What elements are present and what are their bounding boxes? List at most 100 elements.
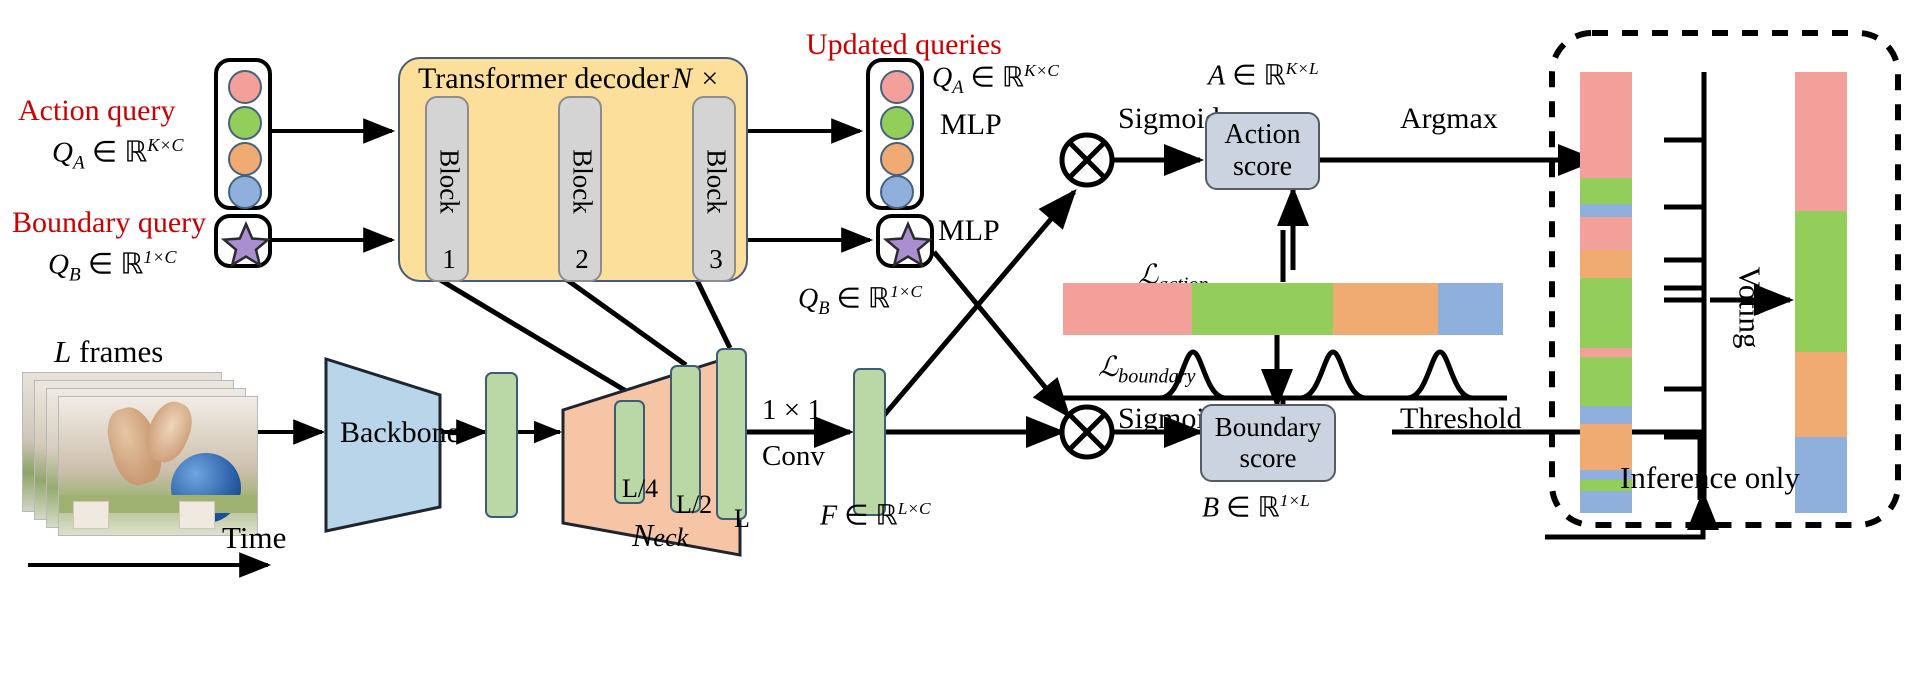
boundary-out-dims: 1×L <box>1279 491 1310 510</box>
segment-blue <box>1437 283 1503 335</box>
decoder-block-3[interactable]: Block 3 <box>692 96 736 282</box>
inference-only-label: Inference only <box>1620 460 1800 495</box>
feature-math: F ∈ ℝL×C <box>820 500 931 530</box>
updated-qb-dims: 1×C <box>890 282 923 301</box>
neck-label-eck: eck <box>653 523 689 552</box>
qa-in-reals: ∈ ℝ <box>84 136 148 169</box>
feature-dims: L×C <box>897 499 931 518</box>
mat-shape-2 <box>179 501 215 529</box>
segment-orange <box>1332 283 1439 335</box>
time-label: Time <box>222 520 287 555</box>
loss-boundary-subscript: boundary <box>1118 365 1196 388</box>
voting-label: Voting <box>1732 266 1768 349</box>
frames-label: L frames <box>54 336 163 367</box>
block-1-label: Block <box>434 149 465 214</box>
star-icon <box>220 220 272 268</box>
neck-label-n: N <box>632 517 654 553</box>
block-2-index: 2 <box>575 244 589 274</box>
star-icon-updated <box>882 220 934 268</box>
frames-word: frames <box>71 334 164 369</box>
segment-green <box>1580 177 1632 205</box>
query-dot-pink <box>228 70 262 104</box>
neck-label: Neck <box>632 519 688 551</box>
qa-symbol: Q <box>52 136 73 169</box>
action-query-box[interactable] <box>214 58 272 210</box>
decoder-block-1[interactable]: Block 1 <box>425 96 469 282</box>
qb-subscript: B <box>68 264 81 286</box>
action-out-math: A ∈ ℝK×L <box>1208 60 1319 90</box>
updated-dot-green <box>880 106 914 140</box>
block-3-label: Block <box>701 149 732 214</box>
action-out-dims: K×L <box>1285 59 1319 78</box>
updated-boundary-query-box[interactable] <box>876 214 934 268</box>
segment-pink <box>1580 217 1632 251</box>
threshold-label: Threshold <box>1400 402 1522 435</box>
figure-root: Action query QA ∈ ℝK×C Boundary query QB… <box>0 0 1922 692</box>
connector-lines <box>28 30 1901 578</box>
action-query-math: QA ∈ ℝK×C <box>52 136 183 173</box>
boundary-score-box[interactable]: Boundary score <box>1200 404 1336 482</box>
mlp-top-label: MLP <box>940 108 1002 141</box>
boundary-out-in-reals: ∈ ℝ <box>1219 492 1280 524</box>
feature-in-reals: ∈ ℝ <box>837 500 898 532</box>
boundary-query-box[interactable] <box>214 214 272 268</box>
decoder-title: Transformer decoder <box>418 62 670 95</box>
loss-boundary-symbol: ℒ <box>1098 352 1119 383</box>
updated-qb-in-reals: ∈ ℝ <box>829 283 891 315</box>
video-frame-1 <box>58 396 258 536</box>
updated-qa-dims: K×C <box>1024 61 1059 80</box>
conv-label-line2: Conv <box>762 440 825 472</box>
voted-prediction-bar <box>1795 72 1847 513</box>
block-1-index: 1 <box>442 244 456 274</box>
updated-dot-blue <box>880 175 914 209</box>
feature-symbol: F <box>820 500 838 532</box>
boundary-out-math: B ∈ ℝ1×L <box>1202 492 1310 522</box>
segment-green <box>1580 277 1632 349</box>
decoder-block-2[interactable]: Block 2 <box>558 96 602 282</box>
boundary-score-line1: Boundary <box>1214 412 1322 442</box>
neck-scale-L-bar <box>716 348 747 520</box>
updated-qa-subscript: A <box>952 76 964 97</box>
segment-blue <box>1795 437 1847 513</box>
action-score-line2: score <box>1232 151 1293 182</box>
qb-symbol: Q <box>48 248 69 281</box>
argmax-label: Argmax <box>1400 102 1498 135</box>
segment-blue <box>1580 406 1632 425</box>
updated-dot-orange <box>880 142 914 176</box>
updated-action-query-box[interactable] <box>866 58 924 210</box>
segment-orange <box>1795 351 1847 438</box>
block-3-index: 3 <box>709 244 723 274</box>
updated-dot-pink <box>880 70 914 104</box>
segment-green <box>1192 283 1334 335</box>
updated-queries-heading: Updated queries <box>806 28 1002 61</box>
neck-scale-L4-label: L/4 <box>622 474 659 503</box>
action-score-line1: Action <box>1224 119 1301 150</box>
query-dot-orange <box>228 142 262 176</box>
frames-L: L <box>54 334 72 369</box>
segment-pink <box>1795 72 1847 212</box>
block-2-label: Block <box>567 149 598 214</box>
boundary-query-label: Boundary query <box>12 206 207 239</box>
boundary-query-math: QB ∈ ℝ1×C <box>48 248 176 285</box>
decoder-repeat: N × <box>672 62 720 95</box>
backbone-label: Backbone <box>340 416 460 449</box>
updated-qb-symbol: Q <box>798 283 819 315</box>
conv-label-line1: 1 × 1 <box>762 394 822 426</box>
segment-orange <box>1580 250 1632 279</box>
updated-qa-symbol: Q <box>932 62 953 94</box>
query-dot-green <box>228 106 262 140</box>
action-query-label: Action query <box>18 94 176 127</box>
qa-dims: K×C <box>147 135 184 155</box>
mlp-bottom-label: MLP <box>938 214 1000 247</box>
boundary-out-symbol: B <box>1202 492 1220 524</box>
loss-boundary-label: ℒboundary <box>1098 354 1195 387</box>
action-score-box[interactable]: Action score <box>1205 112 1320 190</box>
segment-blue <box>1580 204 1632 218</box>
neck-scale-L2-label: L/2 <box>676 490 713 519</box>
backbone-feature-bar <box>485 372 518 518</box>
segment-pink <box>1580 72 1632 179</box>
mat-shape <box>73 501 109 529</box>
segment-green <box>1795 210 1847 353</box>
qb-in-reals: ∈ ℝ <box>80 248 144 281</box>
updated-qb-math: QB ∈ ℝ1×C <box>798 283 922 317</box>
